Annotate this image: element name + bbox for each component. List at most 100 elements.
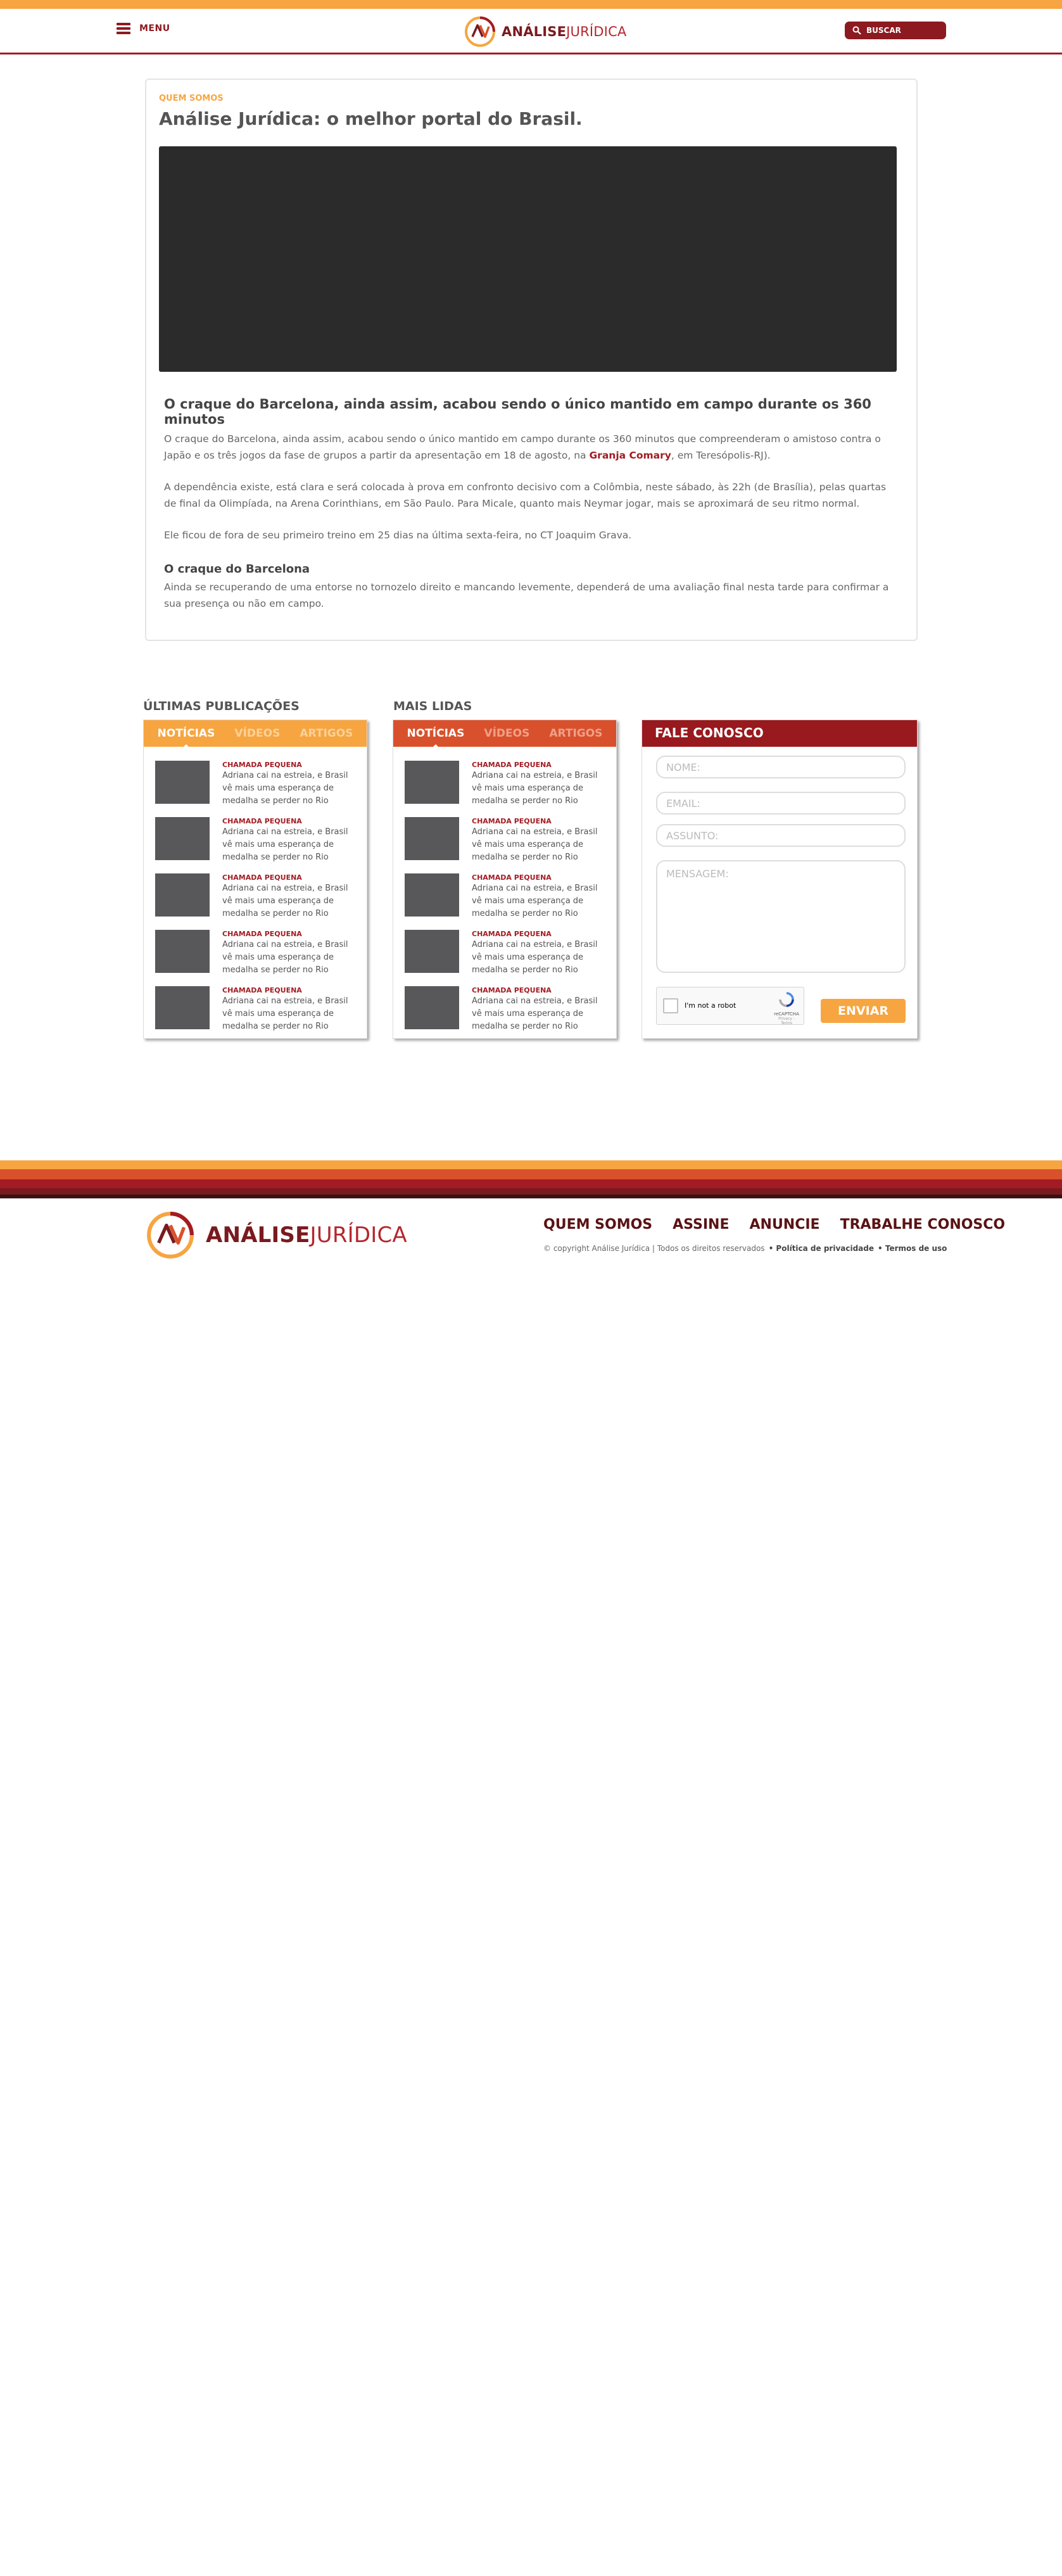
list-item[interactable]: CHAMADA PEQUENA Adriana cai na estreia, e…	[155, 817, 355, 873]
list-item[interactable]: CHAMADA PEQUENA Adriana cai na estreia, e…	[155, 761, 355, 817]
message-field[interactable]	[656, 860, 906, 973]
item-tag: CHAMADA PEQUENA	[472, 817, 552, 825]
subject-field[interactable]	[656, 824, 906, 847]
footer-stripe	[0, 1195, 1062, 1198]
thumbnail	[155, 873, 210, 917]
name-field[interactable]	[656, 756, 906, 778]
thumbnail	[155, 930, 210, 973]
footer-link-assine[interactable]: ASSINE	[673, 1217, 729, 1233]
thumbnail	[155, 817, 210, 860]
most-read-section-title: MAIS LIDAS	[393, 699, 472, 713]
privacy-link[interactable]: • Política de privacidade	[769, 1244, 874, 1253]
latest-section-title: ÚLTIMAS PUBLICAÇÕES	[143, 699, 300, 713]
contact-form-title: FALE CONOSCO	[642, 720, 917, 747]
item-text: Adriana cai na estreia, e Brasil vê mais…	[472, 884, 598, 918]
most-read-widget: NOTÍCIAS VÍDEOS ARTIGOS CHAMADA PEQUENA A…	[393, 720, 617, 1039]
list-item[interactable]: CHAMADA PEQUENA Adriana cai na estreia, e…	[155, 930, 355, 986]
tab-noticias[interactable]: NOTÍCIAS	[407, 727, 464, 749]
thumbnail	[405, 986, 459, 1029]
footer-logo-light: JURÍDICA	[310, 1222, 407, 1248]
item-tag: CHAMADA PEQUENA	[472, 986, 552, 994]
search-icon	[852, 26, 861, 35]
item-text: Adriana cai na estreia, e Brasil vê mais…	[472, 940, 598, 975]
site-logo[interactable]: ANÁLISEJURÍDICA	[464, 15, 627, 48]
thumbnail	[405, 817, 459, 860]
item-text: Adriana cai na estreia, e Brasil vê mais…	[222, 884, 348, 918]
footer-logo-bold: ANÁLISE	[206, 1222, 310, 1248]
list-item[interactable]: CHAMADA PEQUENA Adriana cai na estreia, e…	[405, 817, 605, 873]
item-tag: CHAMADA PEQUENA	[222, 873, 302, 882]
granja-comary-link[interactable]: Granja Comary	[589, 450, 671, 461]
item-text: Adriana cai na estreia, e Brasil vê mais…	[222, 771, 348, 806]
item-text: Adriana cai na estreia, e Brasil vê mais…	[472, 771, 598, 806]
item-text: Adriana cai na estreia, e Brasil vê mais…	[222, 940, 348, 975]
hamburger-icon	[117, 23, 130, 34]
site-header: MENU ANÁLISEJURÍDICA BUSCAR	[0, 9, 1062, 54]
list-item[interactable]: CHAMADA PEQUENA Adriana cai na estreia, e…	[405, 761, 605, 817]
item-tag: CHAMADA PEQUENA	[472, 930, 552, 938]
contact-form: FALE CONOSCO I'm not a robot reCAPTCHA P…	[642, 720, 918, 1039]
page-title: Análise Jurídica: o melhor portal do Bra…	[159, 108, 583, 129]
logo-emblem-icon	[465, 16, 495, 47]
list-item[interactable]: CHAMADA PEQUENA Adriana cai na estreia, e…	[405, 873, 605, 930]
list-item[interactable]: CHAMADA PEQUENA Adriana cai na estreia, e…	[405, 986, 605, 1043]
tab-videos[interactable]: VÍDEOS	[234, 727, 280, 740]
thumbnail	[155, 986, 210, 1029]
tab-noticias[interactable]: NOTÍCIAS	[158, 727, 215, 749]
section-eyebrow: QUEM SOMOS	[159, 94, 224, 103]
item-tag: CHAMADA PEQUENA	[222, 930, 302, 938]
footer-stripe	[0, 1169, 1062, 1179]
recaptcha-brand: reCAPTCHA	[774, 1012, 799, 1017]
terms-link[interactable]: • Termos de uso	[878, 1244, 947, 1253]
item-text: Adriana cai na estreia, e Brasil vê mais…	[472, 827, 598, 862]
footer-stripe	[0, 1188, 1062, 1195]
thumbnail	[155, 761, 210, 804]
tab-videos[interactable]: VÍDEOS	[484, 727, 529, 740]
list-item[interactable]: CHAMADA PEQUENA Adriana cai na estreia, e…	[155, 986, 355, 1043]
menu-button[interactable]: MENU	[117, 23, 170, 34]
about-card: QUEM SOMOS Análise Jurídica: o melhor po…	[145, 79, 918, 641]
tab-artigos[interactable]: ARTIGOS	[300, 727, 353, 740]
article-paragraph-1: O craque do Barcelona, ainda assim, acab…	[164, 433, 881, 461]
logo-text-bold: ANÁLISE	[502, 24, 567, 39]
article-heading: O craque do Barcelona, ainda assim, acab…	[164, 397, 871, 427]
item-tag: CHAMADA PEQUENA	[222, 817, 302, 825]
article-paragraph-3: Ele ficou de fora de seu primeiro treino…	[164, 530, 632, 541]
email-field[interactable]	[656, 792, 906, 815]
footer-logo[interactable]: ANÁLISEJURÍDICA	[145, 1210, 407, 1260]
footer-stripe	[0, 1179, 1062, 1188]
item-tag: CHAMADA PEQUENA	[472, 873, 552, 882]
menu-label: MENU	[139, 23, 170, 34]
footer-link-trabalhe-conosco[interactable]: TRABALHE CONOSCO	[840, 1217, 1006, 1233]
logo-emblem-icon	[147, 1212, 194, 1259]
search-button[interactable]: BUSCAR	[845, 22, 946, 39]
thumbnail	[405, 761, 459, 804]
list-item[interactable]: CHAMADA PEQUENA Adriana cai na estreia, e…	[405, 930, 605, 986]
thumbnail	[405, 873, 459, 917]
footer-legal: © copyright Análise Jurídica | Todos os …	[543, 1244, 947, 1253]
article-paragraph-4: Ainda se recuperando de uma entorse no t…	[164, 581, 889, 609]
recaptcha-terms[interactable]: Privacy - Terms	[773, 1017, 800, 1025]
item-tag: CHAMADA PEQUENA	[222, 986, 302, 994]
recaptcha-checkbox[interactable]	[663, 998, 678, 1013]
item-text: Adriana cai na estreia, e Brasil vê mais…	[222, 827, 348, 862]
copyright-text: © copyright Análise Jurídica | Todos os …	[543, 1244, 765, 1253]
recaptcha-icon	[779, 992, 794, 1007]
search-label: BUSCAR	[866, 26, 901, 35]
tab-artigos[interactable]: ARTIGOS	[549, 727, 602, 740]
logo-text-light: JURÍDICA	[566, 24, 627, 39]
latest-tabs: NOTÍCIAS VÍDEOS ARTIGOS	[144, 720, 367, 749]
article-paragraph-2: A dependência existe, está clara e será …	[164, 481, 887, 509]
thumbnail	[405, 930, 459, 973]
list-item[interactable]: CHAMADA PEQUENA Adriana cai na estreia, e…	[155, 873, 355, 930]
footer-stripe	[0, 1160, 1062, 1169]
item-text: Adriana cai na estreia, e Brasil vê mais…	[222, 996, 348, 1031]
top-accent-stripe	[0, 0, 1062, 9]
send-button[interactable]: ENVIAR	[821, 999, 906, 1023]
footer-link-anuncie[interactable]: ANUNCIE	[750, 1217, 820, 1233]
latest-widget: NOTÍCIAS VÍDEOS ARTIGOS CHAMADA PEQUENA A…	[143, 720, 367, 1039]
footer-nav: QUEM SOMOS ASSINE ANUNCIE TRABALHE CONOS…	[543, 1217, 1005, 1233]
footer-link-quem-somos[interactable]: QUEM SOMOS	[543, 1217, 652, 1233]
video-player[interactable]	[159, 146, 897, 372]
item-tag: CHAMADA PEQUENA	[472, 761, 552, 769]
